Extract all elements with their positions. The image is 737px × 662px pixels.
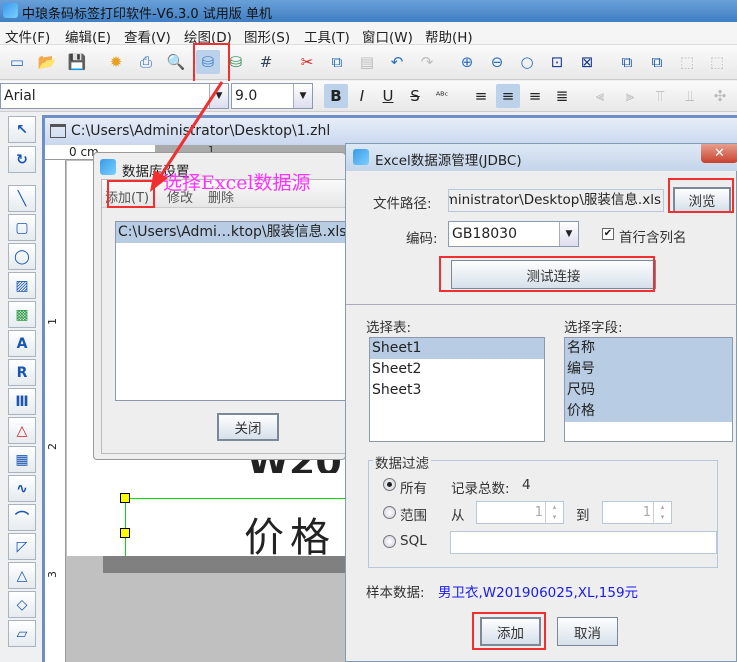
encoding-value: GB18030 [452,226,517,242]
from-label: 从 [451,508,465,524]
encoding-select[interactable]: GB18030 ▼ [448,221,579,247]
field-item[interactable]: 名称 [565,338,732,359]
encoding-label: 编码: [406,231,438,247]
total-records-value: 4 [522,477,531,493]
field-item[interactable]: 编号 [565,359,732,380]
tables-label: 选择表: [366,320,412,336]
close-icon[interactable]: ✕ [701,144,737,163]
table-item[interactable]: Sheet2 [370,359,544,380]
radio-range[interactable] [383,506,396,519]
total-records-label: 记录总数: [451,481,510,497]
dialog-title: Excel数据源管理(JDBC) [375,153,522,169]
divider [346,304,737,305]
header-row-label: 首行含列名 [619,230,687,246]
highlight-test-connection [439,256,655,292]
radio-all[interactable] [383,478,396,491]
filter-legend: 数据过滤 [373,452,431,472]
file-path-field[interactable]: Administrator\Desktop\服装信息.xls [448,189,664,212]
radio-range-label: 范围 [400,508,427,524]
radio-all-label: 所有 [400,481,427,497]
dialog-logo-icon [353,149,369,165]
field-item[interactable]: 尺码 [565,380,732,401]
fields-list: 名称 编号 尺码 价格 [564,337,733,442]
chevron-down-icon[interactable]: ▼ [559,222,578,246]
header-row-checkbox[interactable]: ✔ [602,228,614,240]
dialog-titlebar: Excel数据源管理(JDBC) ✕ [346,144,737,171]
sql-input[interactable] [450,531,717,554]
cancel-button[interactable]: 取消 [557,617,618,646]
table-item[interactable]: Sheet3 [370,380,544,401]
highlight-add-button [472,612,546,650]
tables-list: Sheet1 Sheet2 Sheet3 [369,337,545,442]
excel-datasource-dialog: Excel数据源管理(JDBC) ✕ 文件路径: Administrator\D… [345,143,737,662]
to-label: 到 [576,508,590,524]
field-item[interactable]: 价格 [565,401,732,422]
file-path-label: 文件路径: [373,196,432,212]
from-spinner[interactable]: 1 [476,501,564,524]
highlight-browse [668,178,734,213]
sample-data-label: 样本数据: [366,585,425,601]
sample-data-value: 男卫衣,W201906025,XL,159元 [438,585,639,601]
radio-sql-label: SQL [400,533,427,549]
radio-sql[interactable] [383,535,396,548]
fields-label: 选择字段: [564,320,623,336]
to-spinner[interactable]: 1 [602,501,672,524]
table-item[interactable]: Sheet1 [370,338,544,359]
file-path-value: Administrator\Desktop\服装信息.xls [448,192,661,208]
